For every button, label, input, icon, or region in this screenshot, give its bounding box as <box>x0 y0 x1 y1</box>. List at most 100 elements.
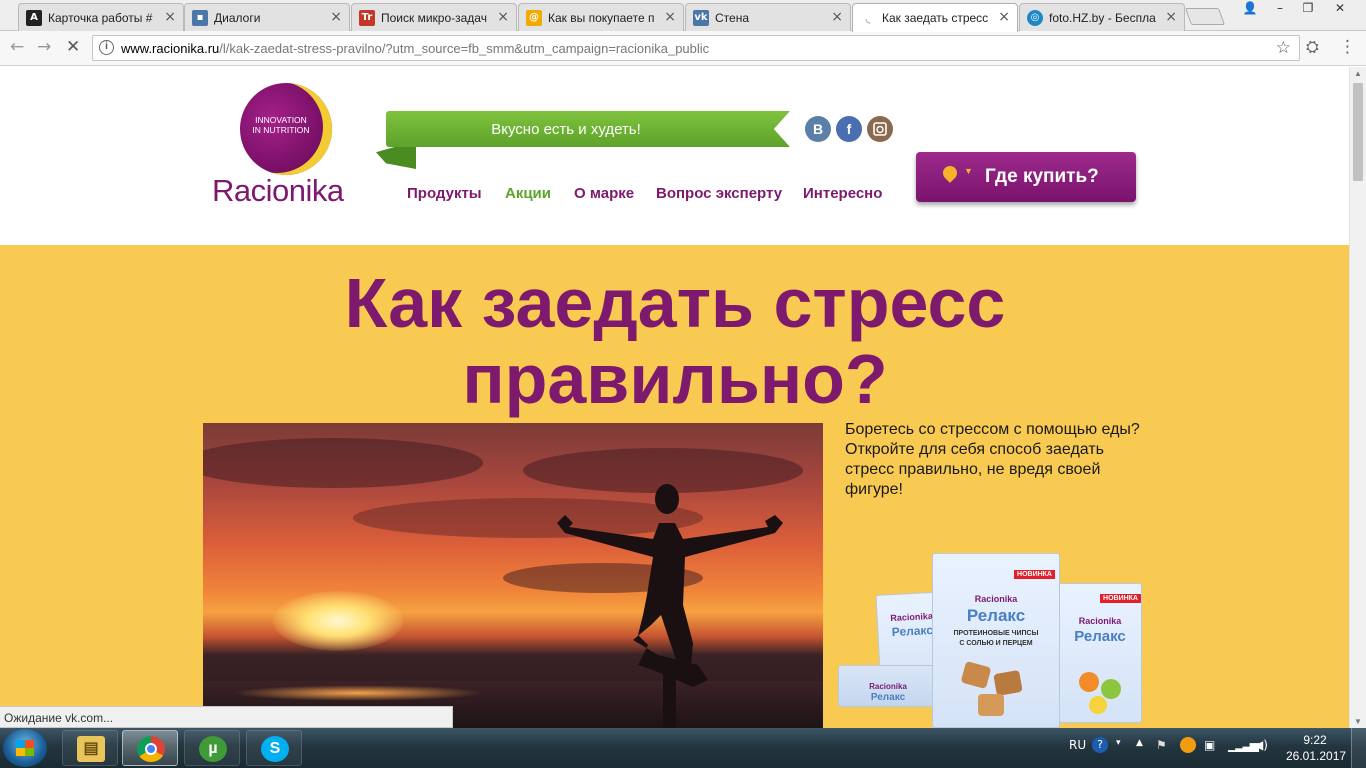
chevron-down-icon: ▼ <box>964 166 973 176</box>
show-desktop-button[interactable] <box>1351 728 1366 768</box>
restore-icon[interactable]: ❐ <box>1294 0 1322 18</box>
instagram-icon[interactable] <box>867 116 893 142</box>
nav-interesting[interactable]: Интересно <box>803 185 882 202</box>
file-explorer-icon: ▤ <box>77 736 105 762</box>
close-window-icon[interactable]: ✕ <box>1326 0 1354 18</box>
tab-0[interactable]: A Карточка работы # × <box>18 3 184 31</box>
close-icon[interactable]: × <box>497 9 509 25</box>
file-explorer-button[interactable]: ▤ <box>62 730 118 766</box>
tab-label: Поиск микро-задач <box>381 11 487 25</box>
pack-brand: Racionika <box>974 594 1018 604</box>
chip <box>960 661 992 689</box>
nav-promotions[interactable]: Акции <box>505 185 551 202</box>
tab-4[interactable]: vk Стена × <box>685 3 851 31</box>
nav-products[interactable]: Продукты <box>407 185 482 202</box>
sun <box>273 591 403 651</box>
slogan-text: Вкусно есть и худеть! <box>491 121 641 138</box>
sun-reflection <box>233 685 483 701</box>
tab-2[interactable]: Tr Поиск микро-задач × <box>351 3 517 31</box>
page-title-line1: Как заедать стресс <box>344 264 1006 342</box>
show-hidden-icons[interactable]: ▲ <box>1136 738 1143 748</box>
tab-label: foto.HZ.by - Беспла <box>1049 11 1156 25</box>
url-path: /l/kak-zaedat-stress-pravilno/?utm_sourc… <box>219 41 710 56</box>
extension-icon[interactable]: ⛭ <box>1306 37 1319 57</box>
skype-button[interactable]: S <box>246 730 302 766</box>
pack-brand: Racionika <box>869 682 907 691</box>
pack-brand: Racionika <box>1078 616 1122 626</box>
tab-3[interactable]: @ Как вы покупаете п × <box>518 3 684 31</box>
nav-ask-expert[interactable]: Вопрос эксперту <box>656 185 782 202</box>
close-icon[interactable]: × <box>164 9 176 25</box>
volume-icon[interactable]: ◀) <box>1254 738 1268 752</box>
tab-5-active[interactable]: ◟ Как заедать стресс × <box>852 3 1018 32</box>
language-arrows-icon[interactable]: ▾ <box>1116 738 1121 748</box>
new-tab-button[interactable] <box>1184 8 1226 25</box>
start-button[interactable] <box>3 729 47 767</box>
close-icon[interactable]: × <box>664 9 676 25</box>
menu-icon[interactable]: ⋮ <box>1339 37 1356 57</box>
pack-flavor: С СОЛЬЮ И ПЕРЦЕМ <box>959 640 1033 647</box>
close-icon[interactable]: × <box>998 9 1010 25</box>
nav-about-brand[interactable]: О марке <box>574 185 634 202</box>
product-bar: Racionika Релакс <box>838 665 938 707</box>
yoga-silhouette <box>557 484 783 728</box>
tab-label: Карточка работы # <box>48 11 153 25</box>
help-icon[interactable]: ? <box>1092 737 1108 753</box>
url-host: www.racionika.ru <box>121 41 220 56</box>
chrome-icon <box>137 736 165 762</box>
action-center-icon[interactable]: ⚑ <box>1156 738 1167 752</box>
letter-a-icon: A <box>26 10 42 26</box>
signal-icon[interactable]: ▁▂▃▅ <box>1228 738 1259 752</box>
chip <box>993 669 1023 697</box>
racionika-logo[interactable]: INNOVATION IN NUTRITION Racionika <box>212 81 362 208</box>
pack-subtitle: ПРОТЕИНОВЫЕ ЧИПСЫ <box>953 630 1039 637</box>
chrome-button[interactable] <box>122 730 178 766</box>
close-icon[interactable]: × <box>1165 9 1177 25</box>
candy <box>1079 672 1099 692</box>
product-pack-right: НОВИНКА Racionika Релакс <box>1058 583 1142 723</box>
avast-icon[interactable] <box>1180 737 1196 753</box>
url-text[interactable]: www.racionika.ru/l/kak-zaedat-stress-pra… <box>121 41 709 56</box>
clock[interactable]: 9:22 26.01.2017 <box>1286 732 1347 764</box>
hero-section: Как заедать стресс правильно? Боретесь с… <box>0 245 1349 728</box>
where-to-buy-button[interactable]: ▼ Где купить? <box>916 152 1136 202</box>
user-profile-icon[interactable]: 👤 <box>1236 0 1264 18</box>
clock-time: 9:22 <box>1303 733 1327 747</box>
utorrent-icon: µ <box>199 736 227 762</box>
scroll-up-icon[interactable]: ▲ <box>1354 69 1362 78</box>
close-icon[interactable]: × <box>831 9 843 25</box>
language-indicator[interactable]: RU <box>1069 738 1086 752</box>
tab-1[interactable]: ▪ Диалоги × <box>184 3 350 31</box>
candy <box>1089 696 1107 714</box>
scroll-thumb[interactable] <box>1353 83 1363 181</box>
facebook-icon[interactable]: f <box>836 116 862 142</box>
logo-name: Racionika <box>212 173 344 208</box>
close-icon[interactable]: × <box>330 9 342 25</box>
vk-icon[interactable]: В <box>805 116 831 142</box>
forward-icon[interactable]: → <box>37 37 51 57</box>
product-pack-main: НОВИНКА Racionika Релакс ПРОТЕИНОВЫЕ ЧИП… <box>932 553 1060 728</box>
address-bar[interactable]: i www.racionika.ru/l/kak-zaedat-stress-p… <box>92 35 1300 61</box>
slogan-ribbon: Вкусно есть и худеть! <box>376 111 790 169</box>
utorrent-button[interactable]: µ <box>184 730 240 766</box>
windows-logo-icon <box>16 740 34 756</box>
tab-6[interactable]: ◎ foto.HZ.by - Беспла × <box>1019 3 1185 31</box>
clipboard-icon[interactable]: ▣ <box>1204 738 1215 752</box>
at-sign-icon: @ <box>526 10 542 26</box>
skype-icon: S <box>261 736 289 762</box>
bookmark-star-icon[interactable]: ☆ <box>1276 38 1291 58</box>
logo-tagline-line1: INNOVATION <box>255 115 307 125</box>
page-scrollbar[interactable]: ▲ ▼ <box>1349 67 1366 728</box>
minimize-icon[interactable]: – <box>1266 0 1294 18</box>
info-icon[interactable]: i <box>99 40 114 55</box>
pack-name: Релакс <box>966 606 1026 625</box>
stop-loading-icon[interactable]: ✕ <box>66 37 80 57</box>
page-title: Как заедать стресс правильно? <box>200 265 1150 417</box>
cloud <box>203 438 483 488</box>
scroll-down-icon[interactable]: ▼ <box>1354 717 1362 726</box>
loading-icon: ◟ <box>865 11 871 25</box>
new-badge: НОВИНКА <box>1100 594 1141 603</box>
back-icon[interactable]: ← <box>10 37 24 57</box>
product-packs-image: Racionika Релакс Racionika Релакс НОВИНК… <box>838 553 1148 728</box>
clock-date: 26.01.2017 <box>1286 749 1347 763</box>
